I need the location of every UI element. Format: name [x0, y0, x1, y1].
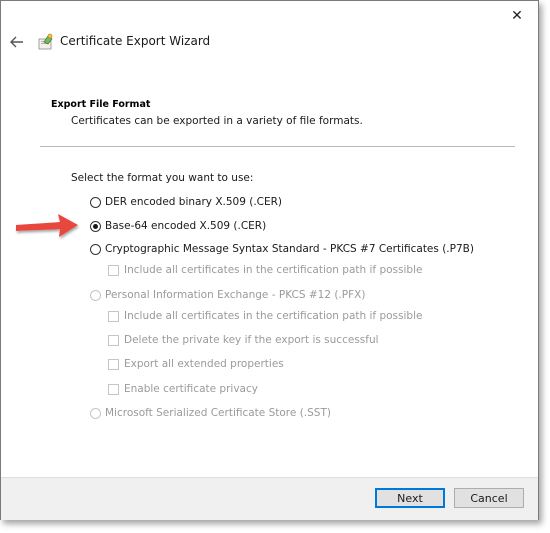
checkbox-pfx-export-extended[interactable]: Export all extended properties — [108, 358, 284, 370]
radio-der[interactable]: DER encoded binary X.509 (.CER) — [90, 196, 282, 208]
checkbox-pfx-include-path-control[interactable] — [108, 310, 119, 322]
checkbox-pfx-include-path-label: Include all certificates in the certific… — [124, 310, 423, 322]
radio-p7b-control[interactable] — [90, 243, 101, 255]
checkbox-pfx-privacy-label: Enable certificate privacy — [124, 383, 258, 395]
header-divider — [40, 146, 515, 147]
checkbox-pfx-privacy-control[interactable] — [108, 383, 119, 395]
section-title: Export File Format — [51, 99, 151, 110]
radio-der-label: DER encoded binary X.509 (.CER) — [105, 196, 283, 208]
checkbox-pfx-delete-key-label: Delete the private key if the export is … — [124, 334, 379, 346]
radio-p7b[interactable]: Cryptographic Message Syntax Standard - … — [90, 243, 474, 255]
back-arrow-icon — [10, 36, 23, 48]
certificate-export-wizard-window: ✕ Certificate Export Wizard Export File … — [0, 0, 539, 520]
checkbox-p7b-include-path-control[interactable] — [108, 264, 119, 276]
radio-sst[interactable]: Microsoft Serialized Certificate Store (… — [90, 407, 331, 419]
radio-pfx-label: Personal Information Exchange - PKCS #12… — [105, 289, 366, 301]
next-button[interactable]: Next — [375, 488, 445, 508]
section-subtitle: Certificates can be exported in a variet… — [71, 115, 363, 127]
format-prompt: Select the format you want to use: — [71, 172, 254, 184]
wizard-footer: Next Cancel — [1, 477, 538, 520]
radio-p7b-label: Cryptographic Message Syntax Standard - … — [105, 243, 474, 255]
cancel-button[interactable]: Cancel — [454, 488, 524, 508]
back-button[interactable] — [7, 32, 27, 52]
radio-der-control[interactable] — [90, 196, 101, 208]
wizard-title: Certificate Export Wizard — [60, 34, 211, 48]
checkbox-pfx-export-extended-label: Export all extended properties — [124, 358, 284, 370]
radio-pfx[interactable]: Personal Information Exchange - PKCS #12… — [90, 289, 365, 301]
close-icon: ✕ — [511, 8, 523, 24]
close-button[interactable]: ✕ — [504, 5, 530, 27]
checkbox-pfx-privacy[interactable]: Enable certificate privacy — [108, 383, 258, 395]
radio-base64[interactable]: Base-64 encoded X.509 (.CER) — [90, 220, 266, 232]
checkbox-p7b-include-path[interactable]: Include all certificates in the certific… — [108, 264, 422, 276]
radio-sst-label: Microsoft Serialized Certificate Store (… — [105, 407, 331, 419]
red-arrow-annotation-icon — [16, 214, 78, 237]
radio-base64-label: Base-64 encoded X.509 (.CER) — [105, 220, 267, 232]
certificate-wizard-icon — [38, 33, 53, 50]
checkbox-p7b-include-path-label: Include all certificates in the certific… — [124, 264, 423, 276]
checkbox-pfx-export-extended-control[interactable] — [108, 358, 119, 370]
radio-base64-control[interactable] — [90, 220, 101, 232]
checkbox-pfx-include-path[interactable]: Include all certificates in the certific… — [108, 310, 422, 322]
checkbox-pfx-delete-key-control[interactable] — [108, 334, 119, 346]
radio-pfx-control[interactable] — [90, 289, 101, 301]
radio-sst-control[interactable] — [90, 407, 101, 419]
checkbox-pfx-delete-key[interactable]: Delete the private key if the export is … — [108, 334, 379, 346]
